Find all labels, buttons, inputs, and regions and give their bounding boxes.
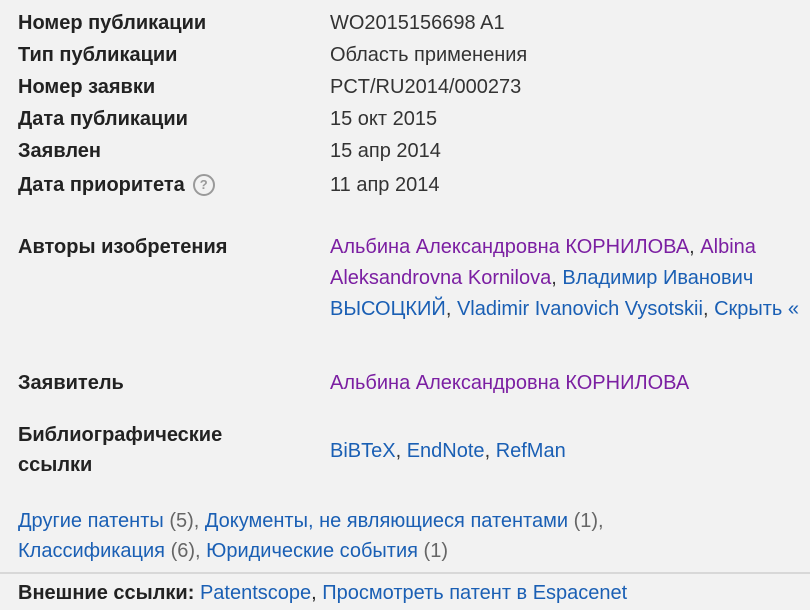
classification-count: (6),	[170, 540, 201, 562]
refman-link[interactable]: RefMan	[496, 440, 566, 462]
inventor-separator: ,	[445, 298, 452, 320]
publication-type-value: Область применения	[330, 44, 528, 66]
non-patent-docs-count: (1),	[573, 510, 604, 532]
espacenet-link[interactable]: Просмотреть патент в Espacenet	[322, 582, 627, 604]
external-links-label: Внешние ссылки:	[18, 582, 195, 604]
legal-events-count: (1)	[423, 540, 448, 562]
publication-number-value: WO2015156698 A1	[330, 12, 505, 34]
non-patent-docs-link[interactable]: Документы, не являющиеся патентами	[205, 510, 568, 532]
patent-metadata-panel: Номер публикации WO2015156698 A1 Тип пуб…	[0, 0, 810, 610]
inventor-link[interactable]: Альбина Александровна КОРНИЛОВА	[330, 236, 689, 258]
filing-date-value: 15 апр 2014	[330, 140, 441, 162]
related-sections: Другие патенты (5), Документы, не являющ…	[18, 506, 798, 566]
publication-type-label: Тип публикации	[18, 44, 178, 66]
inventor-separator: ,	[689, 236, 695, 258]
publication-number-label: Номер публикации	[18, 12, 207, 34]
endnote-link[interactable]: EndNote	[407, 440, 485, 462]
publication-date-label: Дата публикации	[18, 108, 188, 130]
filing-date-label: Заявлен	[18, 140, 101, 162]
priority-date-value: 11 апр 2014	[330, 174, 440, 196]
other-patents-link[interactable]: Другие патенты	[18, 510, 164, 532]
applicant-label: Заявитель	[18, 372, 124, 394]
inventors-label: Авторы изобретения	[18, 236, 228, 258]
hide-inventors-link[interactable]: Скрыть «	[714, 298, 799, 320]
priority-date-label: Дата приоритета	[18, 174, 185, 196]
bibliography-label-line1: Библиографические	[18, 424, 223, 446]
application-number-label: Номер заявки	[18, 76, 156, 98]
external-separator: ,	[311, 582, 317, 604]
bibliography-separator: ,	[395, 440, 402, 462]
inventors-list: Альбина Александровна КОРНИЛОВА, Albina …	[330, 232, 810, 325]
divider	[0, 572, 810, 574]
inventor-separator: ,	[551, 267, 557, 289]
bibliography-label: Библиографические ссылки	[18, 420, 328, 480]
legal-events-link[interactable]: Юридические события	[206, 540, 418, 562]
external-links: Внешние ссылки: Patentscope, Просмотреть…	[18, 578, 808, 608]
application-number-value: PCT/RU2014/000273	[330, 76, 522, 98]
inventor-link[interactable]: Vladimir Ivanovich Vysotskii	[457, 298, 703, 320]
applicant-link[interactable]: Альбина Александровна КОРНИЛОВА	[330, 368, 810, 398]
bibliography-separator: ,	[484, 440, 491, 462]
priority-date-label-wrap: Дата приоритета?	[18, 170, 328, 200]
help-icon[interactable]: ?	[192, 174, 215, 196]
inventor-separator: ,	[702, 298, 709, 320]
publication-date-value: 15 окт 2015	[330, 108, 438, 130]
bibliography-links: BiBTeX, EndNote, RefMan	[330, 436, 810, 466]
other-patents-count: (5),	[169, 510, 200, 532]
classification-link[interactable]: Классификация	[18, 540, 165, 562]
bibliography-label-line2: ссылки	[18, 454, 93, 476]
patentscope-link[interactable]: Patentscope	[200, 582, 311, 604]
bibtex-link[interactable]: BiBTeX	[330, 440, 396, 462]
